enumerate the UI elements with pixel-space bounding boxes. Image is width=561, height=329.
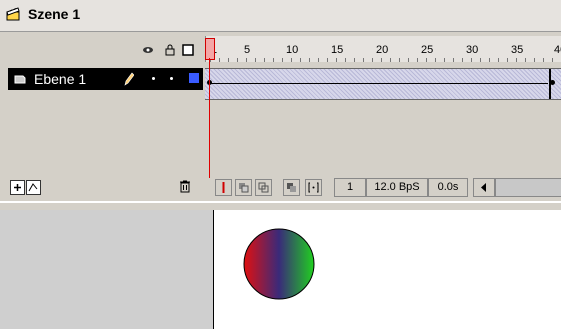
ruler-tick — [363, 58, 364, 62]
ruler-tick — [426, 58, 427, 62]
ruler-tick — [327, 58, 328, 62]
ruler-tick — [237, 58, 238, 62]
ruler-tick — [534, 58, 535, 62]
ruler-tick — [381, 58, 382, 62]
add-layer-icon[interactable] — [10, 180, 25, 195]
edit-multiple-frames-icon[interactable] — [283, 179, 300, 196]
frame-toolbar: 1 12.0 BpS 0.0s — [205, 175, 561, 199]
ruler-tick — [552, 58, 553, 62]
ruler-tick — [309, 58, 310, 62]
ruler-tick — [318, 58, 319, 62]
onion-skin-outlines-icon[interactable] — [255, 179, 272, 196]
ruler-tick — [372, 58, 373, 62]
ruler-label: 35 — [511, 44, 524, 56]
onion-skin-icon[interactable] — [235, 179, 252, 196]
ruler-label: 25 — [421, 44, 434, 56]
stage-pasteboard — [0, 210, 214, 329]
layer-name[interactable]: Ebene 1 — [34, 71, 86, 87]
ruler-tick — [462, 58, 463, 62]
frame-ruler[interactable]: 1 5 10 15 20 25 30 35 40 — [205, 36, 561, 62]
center-frame-icon[interactable] — [215, 179, 232, 196]
current-frame-field: 1 — [334, 178, 366, 197]
gradient-circle-shape[interactable] — [243, 228, 315, 300]
layer-toolbar — [0, 175, 203, 199]
ruler-tick — [435, 58, 436, 62]
ruler-tick — [345, 58, 346, 62]
scene-title[interactable]: Szene 1 — [28, 6, 80, 22]
frame-rate-field[interactable]: 12.0 BpS — [366, 178, 428, 197]
pencil-icon — [124, 72, 134, 86]
ruler-tick — [390, 58, 391, 62]
ruler-tick — [399, 58, 400, 62]
ruler-tick — [300, 58, 301, 62]
layer-header — [0, 36, 203, 62]
ruler-tick — [453, 58, 454, 62]
ruler-tick — [354, 58, 355, 62]
lock-icon[interactable] — [164, 44, 176, 56]
layer-color-swatch[interactable] — [189, 73, 199, 83]
ruler-tick — [471, 58, 472, 62]
ruler-tick — [480, 58, 481, 62]
ruler-label: 5 — [244, 44, 251, 56]
ruler-tick — [516, 58, 517, 62]
ruler-tick — [489, 58, 490, 62]
scroll-left-button[interactable] — [473, 178, 495, 197]
timeline-scrollbar[interactable] — [495, 178, 561, 197]
add-guide-layer-icon[interactable] — [26, 180, 41, 195]
ruler-tick — [336, 58, 337, 62]
lock-dot[interactable] — [170, 77, 173, 80]
layer-row[interactable]: Ebene 1 — [8, 68, 203, 90]
ruler-tick — [255, 58, 256, 62]
ruler-tick — [444, 58, 445, 62]
ruler-tick — [507, 58, 508, 62]
layer-icon — [14, 75, 26, 84]
ruler-tick — [291, 58, 292, 62]
ruler-tick — [228, 58, 229, 62]
visibility-dot[interactable] — [152, 77, 155, 80]
ruler-tick — [498, 58, 499, 62]
scene-bar: Szene 1 — [0, 0, 561, 32]
keyframe-end[interactable] — [550, 80, 555, 85]
ruler-label: 20 — [376, 44, 389, 56]
ruler-label: 10 — [286, 44, 299, 56]
ruler-label: 15 — [331, 44, 344, 56]
outline-icon[interactable] — [182, 44, 194, 56]
eye-icon[interactable] — [142, 44, 154, 56]
ruler-tick — [417, 58, 418, 62]
ruler-label: 40 — [554, 44, 561, 56]
ruler-label: 30 — [466, 44, 479, 56]
trash-icon[interactable] — [178, 179, 192, 193]
playhead-line — [209, 58, 210, 178]
ruler-tick — [273, 58, 274, 62]
scene-clapper-icon — [6, 7, 20, 21]
ruler-tick — [264, 58, 265, 62]
ruler-tick — [525, 58, 526, 62]
modify-onion-markers-icon[interactable] — [305, 179, 322, 196]
frames-track[interactable] — [205, 68, 561, 100]
ruler-tick — [282, 58, 283, 62]
playhead-handle[interactable] — [205, 38, 215, 60]
ruler-tick — [543, 58, 544, 62]
elapsed-time-field: 0.0s — [428, 178, 468, 197]
ruler-tick — [219, 58, 220, 62]
ruler-tick — [408, 58, 409, 62]
ruler-tick — [246, 58, 247, 62]
tween-arrow — [211, 83, 548, 84]
